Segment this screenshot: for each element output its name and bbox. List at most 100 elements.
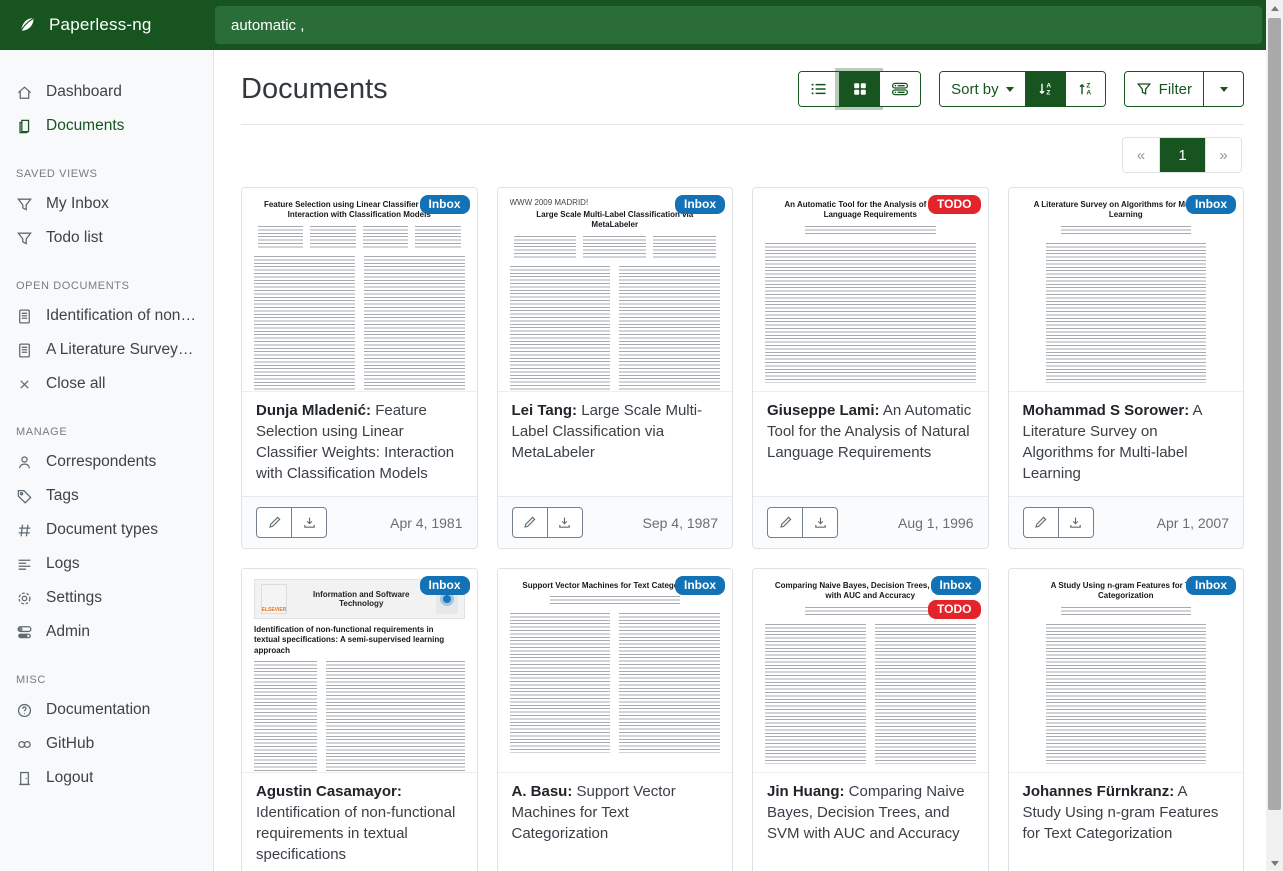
inbox-tag-badge[interactable]: Inbox (1186, 576, 1236, 595)
sidebar-item-admin[interactable]: Admin (0, 616, 213, 648)
card-footer: Aug 1, 1996 (753, 496, 988, 548)
inbox-tag-badge[interactable]: Inbox (420, 576, 470, 595)
sort-ascending-button[interactable]: AZ (1025, 72, 1065, 106)
brand[interactable]: Paperless-ng (0, 0, 213, 50)
sidebar-item-todo-list[interactable]: Todo list (0, 222, 213, 254)
filter-dropdown-button[interactable] (1203, 72, 1243, 106)
inbox-tag-badge[interactable]: Inbox (1186, 195, 1236, 214)
document-title[interactable]: Giuseppe Lami: An Automatic Tool for the… (753, 392, 988, 496)
list-view-button[interactable] (799, 72, 839, 106)
document-thumbnail[interactable]: Feature Selection using Linear Classifie… (242, 188, 477, 392)
grid-view-icon (852, 81, 868, 97)
sort-by-button[interactable]: Sort by (940, 72, 1025, 106)
correspondent-name: Lei Tang: (512, 402, 578, 419)
tag-icon (16, 488, 33, 505)
filter-button[interactable]: Filter (1125, 72, 1203, 106)
document-card[interactable]: Comparing Naive Bayes, Decision Trees, a… (752, 568, 989, 871)
sidebar-item-github[interactable]: GitHub (0, 728, 213, 760)
document-title[interactable]: Mohammad S Sorower: A Literature Survey … (1009, 392, 1244, 496)
detail-view-button[interactable] (879, 72, 920, 106)
download-document-button[interactable] (547, 507, 583, 538)
scroll-up-arrow[interactable] (1266, 0, 1283, 16)
log-lines-icon (16, 556, 33, 573)
sidebar-item-dashboard[interactable]: Dashboard (0, 76, 213, 108)
next-page-button[interactable]: » (1205, 138, 1241, 172)
edit-document-button[interactable] (767, 507, 803, 538)
document-title[interactable]: Jin Huang: Comparing Naive Bayes, Decisi… (753, 773, 988, 871)
edit-document-button[interactable] (1023, 507, 1059, 538)
document-card[interactable]: WWW 2009 MADRID! Large Scale Multi-Label… (497, 187, 734, 549)
document-thumbnail[interactable]: A Literature Survey on Algorithms for Mu… (1009, 188, 1244, 392)
documents-toolbar: Sort by AZ ZA Filter (798, 71, 1244, 107)
document-thumbnail[interactable]: ELSEVIER Information and Software Techno… (242, 569, 477, 773)
document-card[interactable]: Feature Selection using Linear Classifie… (241, 187, 478, 549)
sidebar-item-settings[interactable]: Settings (0, 582, 213, 614)
document-title[interactable]: Agustin Casamayor: Identification of non… (242, 773, 477, 871)
grid-view-button[interactable] (839, 72, 879, 106)
sidebar-close-all[interactable]: Close all (0, 368, 213, 400)
document-thumbnail[interactable]: A Study Using n-gram Features for Text C… (1009, 569, 1244, 773)
inbox-tag-badge[interactable]: Inbox (675, 195, 725, 214)
sidebar-open-document-2[interactable]: A Literature Survey on ... (0, 334, 213, 366)
document-title[interactable]: A. Basu: Support Vector Machines for Tex… (498, 773, 733, 871)
document-card[interactable]: An Automatic Tool for the Analysis of Na… (752, 187, 989, 549)
page-1-button[interactable]: 1 (1159, 138, 1205, 172)
top-bar: Paperless-ng (0, 0, 1266, 50)
file-text-icon (16, 342, 33, 359)
document-card[interactable]: A Study Using n-gram Features for Text C… (1008, 568, 1245, 871)
document-thumbnail[interactable]: Comparing Naive Bayes, Decision Trees, a… (753, 569, 988, 773)
document-thumbnail[interactable]: Support Vector Machines for Text Categor… (498, 569, 733, 773)
inbox-tag-badge[interactable]: Inbox (420, 195, 470, 214)
sidebar-item-my-inbox[interactable]: My Inbox (0, 188, 213, 220)
sidebar-item-document-types[interactable]: Document types (0, 514, 213, 546)
file-text-icon (16, 308, 33, 325)
todo-tag-badge[interactable]: TODO (928, 195, 980, 214)
document-thumbnail[interactable]: WWW 2009 MADRID! Large Scale Multi-Label… (498, 188, 733, 392)
sidebar-item-documentation[interactable]: Documentation (0, 694, 213, 726)
funnel-icon (16, 196, 33, 213)
document-card[interactable]: A Literature Survey on Algorithms for Mu… (1008, 187, 1245, 549)
document-title[interactable]: Dunja Mladenić: Feature Selection using … (242, 392, 477, 496)
elsevier-logo: ELSEVIER (261, 584, 287, 614)
thumbnail-paper-title: Identification of non-functional require… (254, 625, 459, 656)
home-icon (16, 84, 33, 101)
scroll-down-arrow[interactable] (1266, 855, 1283, 871)
main-content: Documents Sort by (215, 50, 1266, 871)
list-view-icon (810, 81, 828, 97)
card-footer: Apr 1, 2007 (1009, 496, 1244, 548)
sidebar-item-logs[interactable]: Logs (0, 548, 213, 580)
vertical-scrollbar[interactable] (1266, 0, 1283, 871)
download-document-button[interactable] (802, 507, 838, 538)
download-document-button[interactable] (291, 507, 327, 538)
sidebar-item-tags[interactable]: Tags (0, 480, 213, 512)
document-name: Identification of non-functional require… (256, 804, 455, 863)
app-title: Paperless-ng (49, 15, 152, 35)
search-input[interactable] (215, 6, 1262, 44)
document-card[interactable]: ELSEVIER Information and Software Techno… (241, 568, 478, 871)
document-title[interactable]: Lei Tang: Large Scale Multi-Label Classi… (498, 392, 733, 496)
inbox-tag-badge[interactable]: Inbox (931, 576, 981, 595)
sort-descending-button[interactable]: ZA (1065, 72, 1105, 106)
previous-page-button[interactable]: « (1123, 138, 1159, 172)
document-title[interactable]: Johannes Fürnkranz: A Study Using n-gram… (1009, 773, 1244, 871)
sidebar-item-documents[interactable]: Documents (0, 110, 213, 142)
saved-views-section-title: SAVED VIEWS (16, 168, 197, 180)
svg-text:Z: Z (1047, 89, 1051, 96)
correspondent-name: A. Basu: (512, 783, 573, 800)
sidebar-item-correspondents[interactable]: Correspondents (0, 446, 213, 478)
document-date: Apr 4, 1981 (390, 515, 462, 531)
document-date: Aug 1, 1996 (898, 515, 974, 531)
document-card[interactable]: Support Vector Machines for Text Categor… (497, 568, 734, 871)
inbox-tag-badge[interactable]: Inbox (675, 576, 725, 595)
sidebar-open-document-1[interactable]: Identification of non-fu... (0, 300, 213, 332)
document-thumbnail[interactable]: An Automatic Tool for the Analysis of Na… (753, 188, 988, 392)
scrollbar-thumb[interactable] (1268, 18, 1281, 810)
pagination: « 1 » (1122, 137, 1242, 173)
sidebar-item-logout[interactable]: Logout (0, 762, 213, 794)
link-icon (16, 736, 33, 753)
edit-document-button[interactable] (512, 507, 548, 538)
todo-tag-badge[interactable]: TODO (928, 600, 980, 619)
edit-document-button[interactable] (256, 507, 292, 538)
download-document-button[interactable] (1058, 507, 1094, 538)
funnel-icon (1136, 81, 1152, 97)
